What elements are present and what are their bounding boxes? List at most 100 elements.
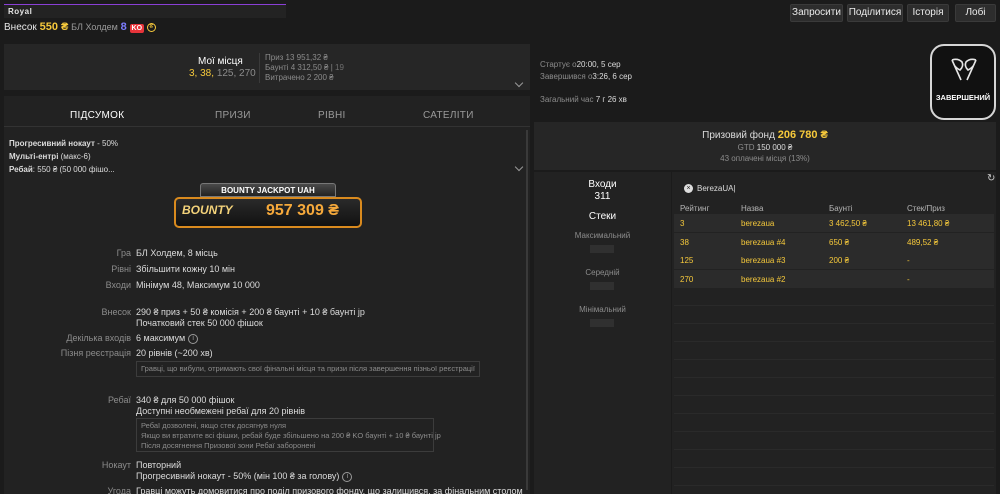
jackpot-amount: 957 309 ₴ (266, 202, 339, 219)
tournament-title-bar: Royal (4, 4, 286, 18)
buyin-amount: 550 ₴ (39, 21, 69, 33)
paid-places: 43 оплачені місця (13%) (720, 154, 810, 163)
rebuy-details-label: Ребаї (108, 395, 131, 405)
empty-row (674, 450, 994, 468)
status-badge: ЗАВЕРШЕНИЙ (930, 44, 996, 120)
history-button[interactable]: Історія (907, 4, 949, 22)
bounty-total: Баунті 4 312,50 ₴ | 19 (265, 63, 344, 72)
feature-progressive: Прогресивний нокаут - 50% (9, 139, 119, 148)
late-reg-label: Пізня реєстрація (60, 348, 131, 358)
info-icon[interactable]: i (188, 333, 199, 344)
table-row[interactable]: 270 berezaua #2 - (674, 270, 994, 288)
rebuy-details-value: 340 ₴ для 50 000 фішок (136, 395, 235, 405)
buyin-label: Внесок (4, 22, 37, 33)
stack-avg-label: Середній (585, 268, 620, 277)
total-time: Загальний час 7 г 26 хв (540, 95, 627, 104)
stack-avg-value (590, 282, 614, 290)
deal-value: Гравці можуть домовитися про поділ призо… (136, 486, 523, 494)
player-search[interactable]: × BerezaUA| (680, 181, 790, 197)
invite-button[interactable]: Запросити (790, 4, 843, 22)
checkered-flags-icon (951, 58, 977, 81)
tab-summary[interactable]: ПІДСУМОК (70, 110, 124, 121)
deal-label: Угода (107, 486, 131, 494)
rebuy-note: Ребаї дозволені, якщо стек досягнув нуля… (136, 418, 441, 452)
empty-row (674, 396, 994, 414)
levels-value: Збільшити кожну 10 мін (136, 264, 236, 274)
search-input[interactable]: BerezaUA| (697, 184, 736, 193)
empty-row (674, 468, 994, 486)
tab-levels[interactable]: РІВНІ (318, 110, 346, 121)
entries-value: Мінімум 48, Максимум 10 000 (136, 280, 260, 290)
stack-min-value (590, 319, 614, 327)
empty-row (674, 378, 994, 396)
empty-row (674, 342, 994, 360)
late-reg-value: 20 рівнів (~200 хв) (136, 348, 213, 358)
table-row[interactable]: 3 berezaua 3 462,50 ₴ 13 461,80 ₴ (674, 214, 994, 232)
column-bounty[interactable]: Баунті (829, 204, 852, 213)
table-row[interactable]: 125 berezaua #3 200 ₴ - (674, 251, 994, 269)
levels-label: Рівні (111, 264, 131, 274)
tournament-title: Royal (8, 7, 33, 16)
start-time: Стартує о20:00, 5 сер (540, 60, 621, 69)
lobby-button[interactable]: Лобі (955, 4, 996, 22)
my-places-unpaid: 125, 270 (216, 68, 256, 79)
entries-count: 311 (594, 191, 611, 202)
multi-entry-label: Декілька входів (66, 333, 131, 343)
stacks-title: Стеки (588, 211, 617, 222)
column-stack-prize[interactable]: Стек/Приз (907, 204, 945, 213)
rebuy-details-value2: Доступні необмежені ребаї для 20 рівнів (136, 406, 306, 416)
prize-pool-panel: Призовий фонд 206 780 ₴ GTD 150 000 ₴ 43… (534, 122, 996, 170)
scrollbar[interactable] (526, 130, 528, 490)
empty-row (674, 324, 994, 342)
starting-stack: Початковий стек 50 000 фішок (136, 318, 263, 328)
empty-row (674, 360, 994, 378)
table-size: 8 (120, 21, 127, 33)
currency-coin-icon: ₴ (146, 22, 156, 32)
my-places-list: 3, 38, 125, 270 (189, 68, 256, 79)
end-time: Завершився о3:26, 6 сер (540, 72, 632, 81)
stack-max-value (590, 245, 614, 253)
entries-label: Входи (105, 280, 131, 290)
info-icon[interactable]: i (342, 471, 353, 482)
my-places-title: Мої місця (198, 56, 243, 67)
divider (259, 53, 260, 83)
knockout-label: Нокаут (101, 460, 131, 470)
knockout-value: Повторний (136, 460, 182, 470)
empty-row (674, 288, 994, 306)
empty-row (674, 414, 994, 432)
gtd: GTD 150 000 ₴ (737, 143, 793, 152)
late-reg-note: Гравці, що вибули, отримають свої фіналь… (136, 361, 480, 377)
entries-title: Входи (588, 179, 617, 190)
game-type: БЛ Холдем (71, 22, 118, 32)
tab-prizes[interactable]: ПРИЗИ (215, 110, 251, 121)
game-value: БЛ Холдем, 8 місць (136, 248, 218, 258)
my-places-paid: 3, 38, (189, 68, 215, 79)
bounty-logo: BOUNTY (182, 203, 233, 217)
feature-multientry: Мульті-ентрі (макс-6) (9, 152, 91, 161)
refresh-icon[interactable]: ↻ (987, 173, 995, 184)
chevron-down-icon[interactable] (514, 78, 524, 88)
clear-search-icon[interactable]: × (684, 184, 693, 193)
status-label: ЗАВЕРШЕНИЙ (935, 93, 991, 102)
knockout-value2: Прогресивний нокаут - 50% (мін 100 ₴ за … (136, 471, 353, 482)
table-row[interactable]: 38 berezaua #4 650 ₴ 489,52 ₴ (674, 233, 994, 251)
prize-pool: Призовий фонд 206 780 ₴ (702, 129, 828, 141)
jackpot-title: BOUNTY JACKPOT UAH (221, 186, 315, 195)
empty-row (674, 432, 994, 450)
tabs-divider (4, 126, 530, 127)
prize-total: Приз 13 951,32 ₴ (265, 53, 328, 62)
my-places-panel: Мої місця 3, 38, 125, 270 Приз 13 951,32… (4, 44, 530, 90)
stack-max-label: Максимальний (574, 231, 631, 240)
tab-satellites[interactable]: САТЕЛІТИ (423, 110, 474, 121)
buyin-details-label: Внесок (101, 307, 131, 317)
game-label: Гра (116, 248, 131, 258)
buyin-details-value: 290 ₴ приз + 50 ₴ комісія + 200 ₴ баунті… (136, 307, 365, 317)
column-rank[interactable]: Рейтинг (680, 204, 709, 213)
spent-total: Витрачено 2 200 ₴ (265, 73, 334, 82)
share-button[interactable]: Поділитися (847, 4, 903, 22)
bounty-jackpot-banner: BOUNTY JACKPOT UAH BOUNTY 957 309 ₴ (174, 183, 362, 229)
column-name[interactable]: Назва (741, 204, 763, 213)
ko-badge: KO (129, 24, 145, 33)
feature-rebuy: Ребай: 550 ₴ (50 000 фішо... (9, 165, 115, 174)
stack-min-label: Мінімальний (579, 305, 626, 314)
